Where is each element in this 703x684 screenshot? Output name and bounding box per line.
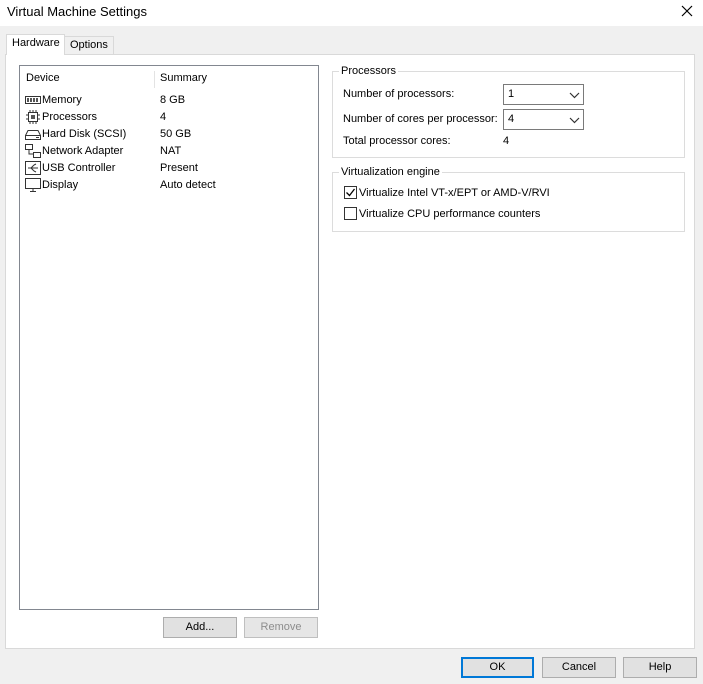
device-name: Display — [42, 179, 79, 191]
close-icon[interactable] — [675, 2, 699, 22]
vtx-checkbox[interactable] — [344, 186, 357, 199]
device-row-network-adapter[interactable]: Network Adapter NAT — [20, 143, 318, 160]
device-row-display[interactable]: Display Auto detect — [20, 177, 318, 194]
device-name: Hard Disk (SCSI) — [42, 128, 127, 140]
device-name: Memory — [42, 94, 82, 106]
usb-icon — [25, 161, 41, 175]
device-summary: 4 — [160, 111, 167, 123]
tab-options[interactable]: Options — [65, 36, 114, 54]
device-summary: Auto detect — [160, 179, 216, 191]
processors-group: Processors Number of processors: 1 Numbe… — [332, 65, 685, 158]
memory-icon — [25, 93, 41, 107]
processor-icon — [25, 110, 41, 124]
chevron-down-icon — [569, 90, 580, 99]
hardware-panel: Device Summary Memory 8 GB Processors 4 … — [5, 54, 695, 649]
device-summary: 8 GB — [160, 94, 186, 106]
tab-hardware[interactable]: Hardware — [6, 34, 65, 55]
processors-group-title: Processors — [339, 65, 399, 77]
cores-per-processor-value: 4 — [508, 113, 515, 125]
chevron-down-icon — [569, 115, 580, 124]
perf-counters-label[interactable]: Virtualize CPU performance counters — [359, 208, 540, 220]
device-row-hard-disk[interactable]: Hard Disk (SCSI) 50 GB — [20, 126, 318, 143]
device-name: USB Controller — [42, 162, 116, 174]
virtualization-group-title: Virtualization engine — [339, 166, 442, 178]
device-row-memory[interactable]: Memory 8 GB — [20, 92, 318, 109]
device-name: Network Adapter — [42, 145, 124, 157]
network-adapter-icon — [25, 144, 41, 158]
device-summary: 50 GB — [160, 128, 192, 140]
ok-button[interactable]: OK — [461, 657, 534, 678]
cores-per-processor-label: Number of cores per processor: — [343, 113, 498, 125]
num-processors-value: 1 — [508, 88, 515, 100]
total-cores-value: 4 — [503, 135, 510, 147]
cores-per-processor-select[interactable]: 4 — [503, 109, 584, 130]
vtx-label[interactable]: Virtualize Intel VT-x/EPT or AMD-V/RVI — [359, 187, 550, 199]
device-summary: Present — [160, 162, 198, 174]
num-processors-select[interactable]: 1 — [503, 84, 584, 105]
column-divider[interactable] — [154, 71, 155, 88]
total-cores-label: Total processor cores: — [343, 135, 451, 147]
device-name: Processors — [42, 111, 98, 123]
column-header-summary[interactable]: Summary — [160, 72, 207, 84]
title-bar: Virtual Machine Settings — [0, 0, 703, 26]
perf-counters-checkbox[interactable] — [344, 207, 357, 220]
num-processors-label: Number of processors: — [343, 88, 455, 100]
add-button[interactable]: Add... — [163, 617, 237, 638]
hard-disk-icon — [24, 127, 42, 141]
cancel-button[interactable]: Cancel — [542, 657, 616, 678]
device-summary: NAT — [160, 145, 182, 157]
display-icon — [25, 178, 41, 192]
remove-button[interactable]: Remove — [244, 617, 318, 638]
device-list[interactable]: Device Summary Memory 8 GB Processors 4 … — [19, 65, 319, 610]
help-button[interactable]: Help — [623, 657, 697, 678]
column-header-device[interactable]: Device — [26, 72, 60, 84]
device-row-usb-controller[interactable]: USB Controller Present — [20, 160, 318, 177]
device-row-processors[interactable]: Processors 4 — [20, 109, 318, 126]
window-title: Virtual Machine Settings — [7, 4, 147, 19]
virtualization-engine-group: Virtualization engine Virtualize Intel V… — [332, 166, 685, 232]
